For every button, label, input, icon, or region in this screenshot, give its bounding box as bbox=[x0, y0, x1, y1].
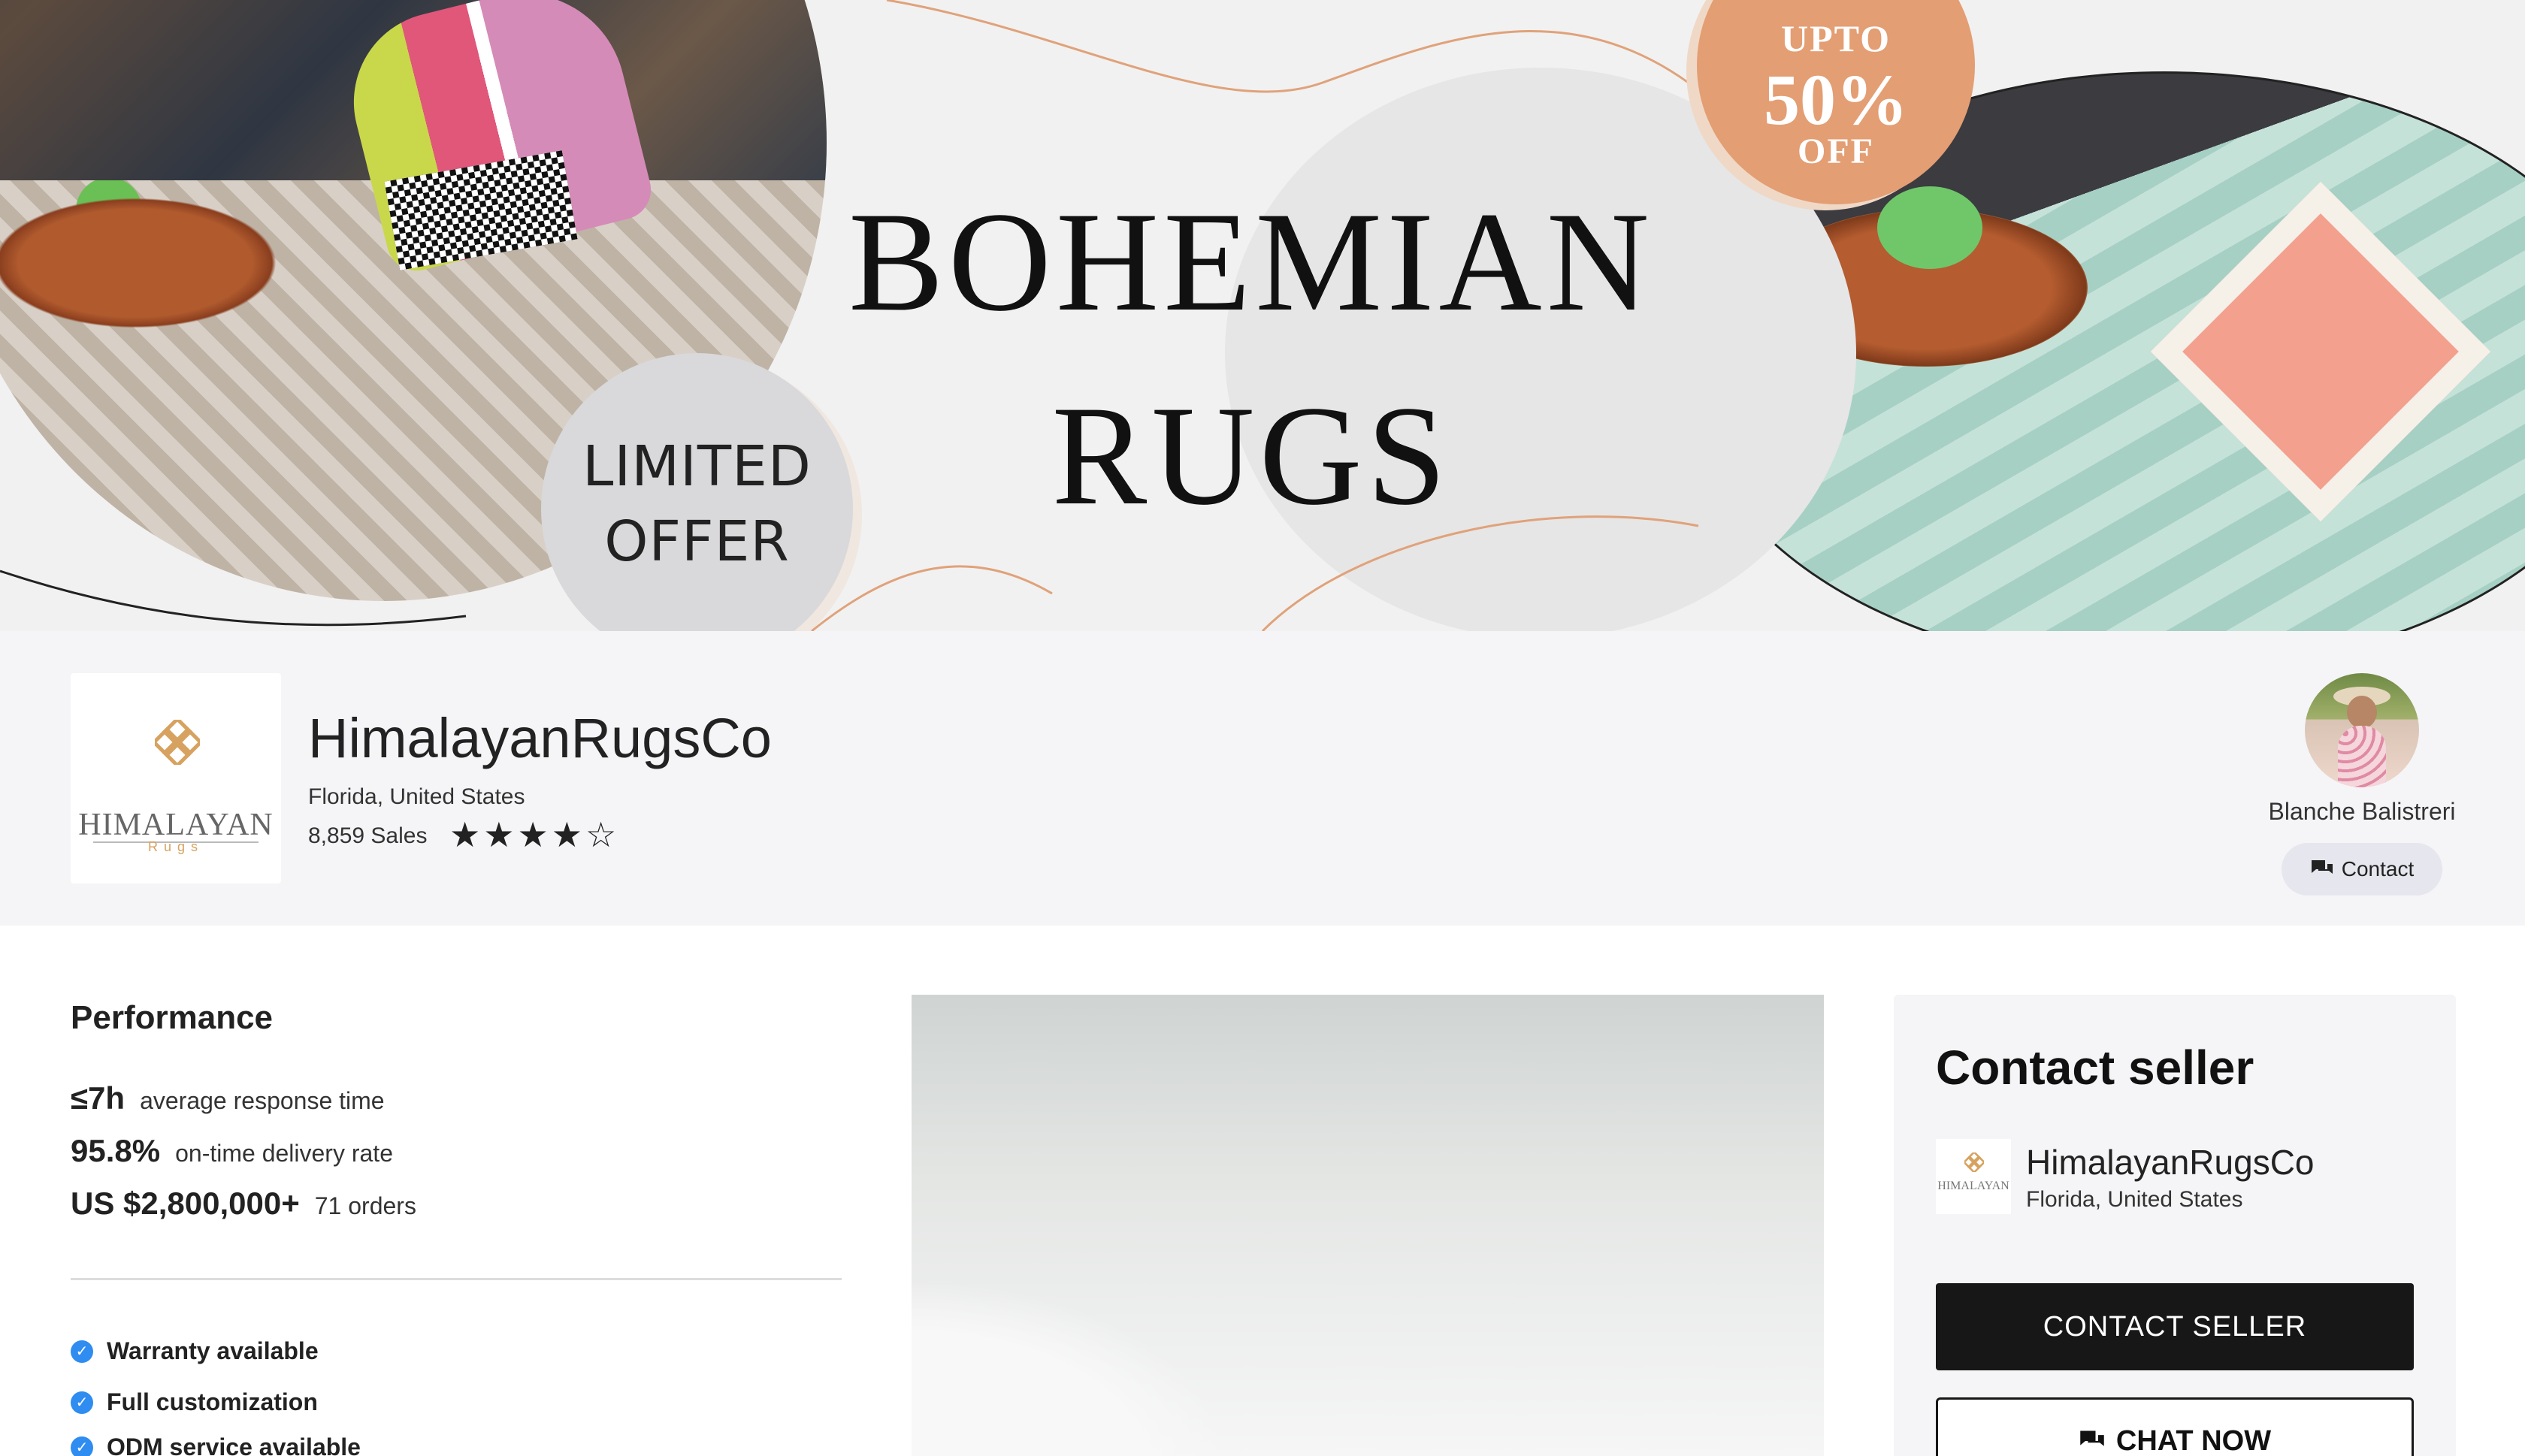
star-filled-icon: ★ bbox=[483, 815, 515, 854]
feature-label: Full customization bbox=[107, 1388, 318, 1415]
verified-check-icon: ✓ bbox=[71, 1340, 93, 1363]
headline-line-1: BOHEMIAN bbox=[848, 183, 1654, 341]
performance-title: Performance bbox=[71, 999, 274, 1036]
store-header: HIMALAYAN Rugs HimalayanRugsCo Florida, … bbox=[0, 631, 2525, 926]
store-banner: BOHEMIAN RUGS LIMITED OFFER UPTO 50% OFF bbox=[0, 0, 2525, 631]
logo-wordmark: HIMALAYAN bbox=[78, 808, 274, 842]
metric-value: 95.8% bbox=[71, 1133, 161, 1168]
feature-warranty: ✓ Warranty available bbox=[71, 1337, 319, 1365]
store-media-preview[interactable] bbox=[912, 995, 1824, 1456]
endless-knot-icon bbox=[155, 720, 200, 765]
star-empty-icon: ☆ bbox=[585, 815, 617, 854]
discount-line-1: UPTO bbox=[1781, 17, 1891, 59]
metric-label: average response time bbox=[140, 1087, 385, 1114]
star-filled-icon: ★ bbox=[551, 815, 582, 854]
store-name[interactable]: HimalayanRugsCo bbox=[308, 706, 772, 770]
metric-revenue: US $2,800,000+ 71 orders bbox=[71, 1186, 416, 1222]
headline-line-2: RUGS bbox=[1051, 377, 1451, 535]
metric-delivery-rate: 95.8% on-time delivery rate bbox=[71, 1133, 393, 1169]
banner-headline: BOHEMIAN RUGS bbox=[842, 165, 1661, 553]
star-filled-icon: ★ bbox=[449, 815, 481, 854]
seller-name: Blanche Balistreri bbox=[2268, 798, 2456, 825]
store-location: Florida, United States bbox=[308, 784, 525, 809]
chat-now-button[interactable]: CHAT NOW bbox=[1936, 1397, 2414, 1456]
limited-offer-line-2: OFFER bbox=[604, 509, 790, 574]
verified-check-icon: ✓ bbox=[71, 1436, 93, 1456]
feature-label: ODM service available bbox=[107, 1433, 361, 1456]
contact-card-store-logo: HIMALAYAN bbox=[1936, 1139, 2011, 1214]
metric-label: on-time delivery rate bbox=[175, 1140, 393, 1167]
contact-button[interactable]: Contact bbox=[2282, 843, 2442, 896]
logo-subtitle: Rugs bbox=[93, 840, 259, 853]
metric-label: 71 orders bbox=[314, 1192, 416, 1219]
store-rating: ★ ★ ★ ★ ☆ bbox=[449, 817, 616, 852]
chat-bubbles-icon bbox=[2080, 1430, 2104, 1446]
contact-seller-button[interactable]: CONTACT SELLER bbox=[1936, 1283, 2414, 1370]
metric-value: US $2,800,000+ bbox=[71, 1186, 300, 1221]
contact-button-label: Contact bbox=[2341, 857, 2415, 881]
feature-odm: ✓ ODM service available bbox=[71, 1433, 361, 1456]
seller-avatar[interactable] bbox=[2305, 673, 2419, 787]
store-sales-count: 8,859 Sales bbox=[308, 823, 428, 848]
performance-divider bbox=[71, 1278, 842, 1280]
contact-card-store-location: Florida, United States bbox=[2026, 1187, 2243, 1212]
star-filled-icon: ★ bbox=[517, 815, 549, 854]
chat-now-label: CHAT NOW bbox=[2115, 1424, 2272, 1456]
contact-card-title: Contact seller bbox=[1936, 1041, 2254, 1095]
endless-knot-icon bbox=[1964, 1152, 1984, 1172]
contact-card-store-name[interactable]: HimalayanRugsCo bbox=[2026, 1142, 2315, 1183]
metric-response-time: ≤7h average response time bbox=[71, 1080, 385, 1116]
feature-customization: ✓ Full customization bbox=[71, 1388, 318, 1416]
limited-offer-line-1: LIMITED bbox=[582, 434, 812, 499]
mini-logo-wordmark: HIMALAYAN bbox=[1937, 1180, 2009, 1192]
discount-percent: 50% bbox=[1764, 59, 1908, 140]
contact-seller-card: Contact seller HIMALAYAN HimalayanRugsCo… bbox=[1894, 995, 2456, 1456]
discount-line-3: OFF bbox=[1798, 131, 1874, 171]
store-logo[interactable]: HIMALAYAN Rugs bbox=[71, 673, 281, 884]
feature-label: Warranty available bbox=[107, 1337, 319, 1364]
verified-check-icon: ✓ bbox=[71, 1391, 93, 1414]
chat-bubbles-icon bbox=[2311, 860, 2333, 874]
metric-value: ≤7h bbox=[71, 1080, 125, 1116]
